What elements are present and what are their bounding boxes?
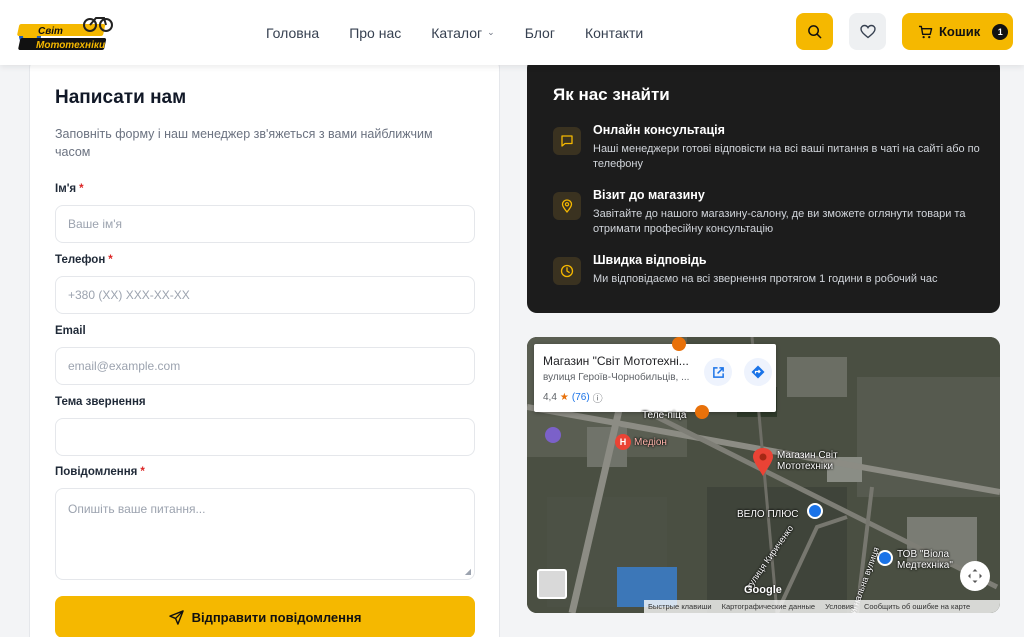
- form-title: Написати нам: [55, 87, 187, 108]
- map-report-link[interactable]: Сообщить об ошибке на карте: [864, 602, 970, 611]
- required-mark: *: [79, 183, 84, 195]
- cart-label: Кошик: [939, 24, 981, 39]
- send-icon: [168, 609, 184, 625]
- phone-label-text: Телефон: [55, 254, 106, 266]
- heart-icon: [859, 24, 876, 39]
- info-text: Завітайте до нашого магазину-салону, де …: [593, 208, 966, 235]
- shop-icon[interactable]: [807, 503, 823, 519]
- site-header: Світ Мототехніки Головна Про нас Каталог…: [0, 0, 1024, 65]
- nav-home-label: Головна: [266, 24, 320, 41]
- place-address: вулиця Героїв-Чорнобильців, ...: [543, 372, 690, 383]
- name-label: Ім'я *: [55, 183, 84, 195]
- info-text: Наші менеджери готові відповісти на всі …: [593, 143, 980, 170]
- subject-input[interactable]: [55, 418, 475, 456]
- clock-icon: [553, 257, 581, 285]
- nav-blog[interactable]: Блог: [525, 25, 555, 41]
- external-link-icon: [712, 366, 724, 378]
- nav-about-label: Про нас: [349, 24, 402, 41]
- rating-value: 4,4: [543, 392, 557, 403]
- phone-placeholder: +380 (XX) XXX-XX-XX: [68, 288, 190, 302]
- email-label: Email: [55, 325, 86, 337]
- directions-button[interactable]: [744, 358, 772, 386]
- restaurant-icon[interactable]: [695, 405, 709, 419]
- map-shortcuts-link[interactable]: Быстрые клавиши: [648, 602, 712, 611]
- form-description: Заповніть форму і наш менеджер зв'яжетьс…: [55, 127, 433, 159]
- favorites-button[interactable]: [849, 13, 886, 50]
- chevron-down-icon: ⌄: [487, 27, 495, 37]
- map-label-medion: Медіон: [634, 437, 667, 448]
- map-label-store: Магазин Світ Мототехніки: [777, 450, 838, 472]
- find-us-title: Як нас знайти: [553, 85, 670, 104]
- restaurant-icon[interactable]: [672, 337, 686, 351]
- search-button[interactable]: [796, 13, 833, 50]
- phone-label: Телефон *: [55, 254, 113, 266]
- open-in-maps-button[interactable]: [704, 358, 732, 386]
- subject-label: Тема звернення: [55, 396, 146, 408]
- message-textarea[interactable]: Опишіть ваше питання... ◢: [55, 488, 475, 580]
- nav-blog-label: Блог: [524, 24, 555, 41]
- svg-text:Світ: Світ: [38, 26, 63, 37]
- nav-contacts-label: Контакти: [584, 24, 644, 41]
- svg-text:Мототехніки: Мототехніки: [36, 40, 105, 51]
- cart-button[interactable]: Кошик 1: [902, 13, 1013, 50]
- place-rating: 4,4 ★ (76) ⓘ: [543, 390, 603, 405]
- place-title[interactable]: Магазин "Світ Мототехні...: [543, 354, 693, 368]
- location-pin-icon: [553, 192, 581, 220]
- fullscreen-button[interactable]: [960, 561, 990, 591]
- nav-about[interactable]: Про нас: [349, 25, 401, 41]
- info-heading: Онлайн консультація: [593, 123, 725, 137]
- hospital-icon[interactable]: H: [615, 434, 631, 450]
- star-icon: ★: [559, 392, 569, 403]
- message-label: Повідомлення *: [55, 466, 145, 478]
- nav-catalog-label: Каталог: [431, 24, 483, 41]
- required-mark: *: [140, 466, 145, 478]
- find-us-card: Як нас знайти Онлайн консультація Наші м…: [527, 58, 1000, 313]
- resize-handle-icon[interactable]: ◢: [465, 567, 471, 576]
- info-icon[interactable]: ⓘ: [593, 390, 603, 405]
- info-heading: Візит до магазину: [593, 188, 705, 202]
- submit-label: Відправити повідомлення: [191, 609, 362, 625]
- email-input[interactable]: email@example.com: [55, 347, 475, 385]
- chat-icon: [553, 127, 581, 155]
- review-count-link[interactable]: (76): [572, 392, 590, 403]
- map-terms-link[interactable]: Условия: [825, 602, 854, 611]
- name-input[interactable]: Ваше ім'я: [55, 205, 475, 243]
- map-footer: Быстрые клавиши Картографические данные …: [644, 600, 1000, 613]
- search-icon: [808, 25, 822, 39]
- cart-count-badge: 1: [992, 23, 1009, 40]
- map-label-tele: Теле-піца: [642, 410, 687, 421]
- name-label-text: Ім'я: [55, 183, 77, 195]
- info-text: Ми відповідаємо на всі звернення протяго…: [593, 273, 938, 285]
- email-placeholder: email@example.com: [68, 359, 181, 373]
- name-placeholder: Ваше ім'я: [68, 217, 123, 231]
- required-mark: *: [108, 254, 113, 266]
- submit-button[interactable]: Відправити повідомлення: [55, 596, 475, 637]
- map-label-velo: ВЕЛО ПЛЮС: [737, 509, 799, 520]
- message-label-text: Повідомлення: [55, 466, 138, 478]
- info-heading: Швидка відповідь: [593, 253, 707, 267]
- nav-home[interactable]: Головна: [266, 25, 319, 41]
- place-card: Магазин "Світ Мототехні... вулиця Героїв…: [534, 344, 776, 412]
- layer-toggle-thumbnail[interactable]: [537, 569, 567, 599]
- main-nav: Головна Про нас Каталог ⌄ Блог Контакти: [266, 0, 673, 65]
- expand-icon: [968, 569, 982, 583]
- message-placeholder: Опишіть ваше питання...: [68, 502, 206, 516]
- nav-contacts[interactable]: Контакти: [585, 25, 643, 41]
- phone-input[interactable]: +380 (XX) XXX-XX-XX: [55, 276, 475, 314]
- logo[interactable]: Світ Мототехніки: [16, 12, 114, 54]
- cart-icon: [918, 25, 933, 38]
- google-map[interactable]: Магазин "Світ Мототехні... вулиця Героїв…: [527, 337, 1000, 613]
- contact-form: Написати нам Заповніть форму і наш менед…: [29, 58, 500, 637]
- map-data-link[interactable]: Картографические данные: [722, 602, 815, 611]
- google-logo: Google: [744, 584, 782, 596]
- fuel-icon[interactable]: [545, 427, 561, 443]
- nav-catalog[interactable]: Каталог ⌄: [431, 25, 494, 41]
- location-pin-icon[interactable]: [752, 447, 774, 477]
- directions-icon: [751, 365, 765, 379]
